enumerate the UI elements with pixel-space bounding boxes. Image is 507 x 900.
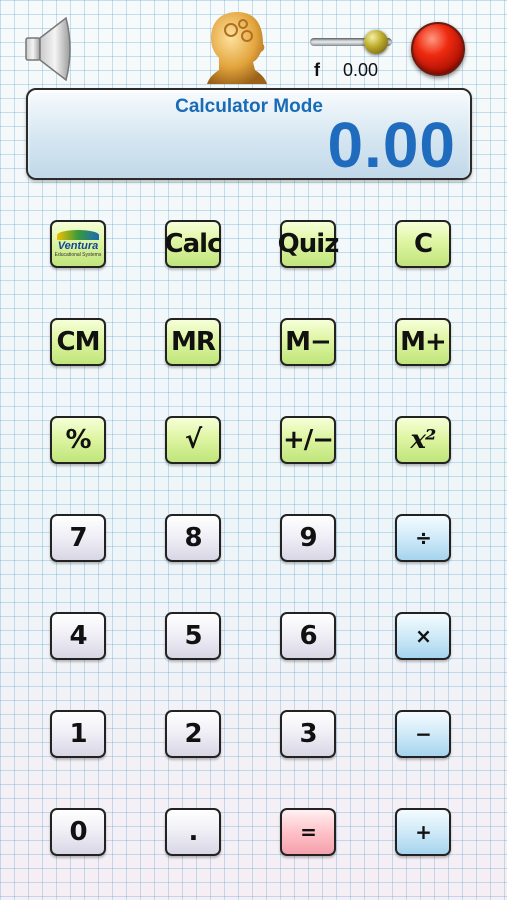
memory-clear-button[interactable]: CM (50, 318, 106, 366)
digit-4-button[interactable]: 4 (50, 612, 106, 660)
memory-minus-button[interactable]: M− (280, 318, 336, 366)
square-root-button[interactable]: √ (165, 416, 221, 464)
square-button[interactable]: x² (395, 416, 451, 464)
digit-8-button[interactable]: 8 (165, 514, 221, 562)
digit-1-button[interactable]: 1 (50, 710, 106, 758)
memory-plus-button[interactable]: M+ (395, 318, 451, 366)
subtract-button[interactable]: − (395, 710, 451, 758)
clear-button[interactable]: C (395, 220, 451, 268)
logo-text: Ventura (57, 240, 99, 252)
plus-minus-button[interactable]: +/− (280, 416, 336, 464)
equals-button[interactable]: = (280, 808, 336, 856)
percent-button[interactable]: % (50, 416, 106, 464)
digit-5-button[interactable]: 5 (165, 612, 221, 660)
add-button[interactable]: + (395, 808, 451, 856)
multiply-button[interactable]: × (395, 612, 451, 660)
memory-recall-button[interactable]: MR (165, 318, 221, 366)
calc-button[interactable]: Calc (165, 220, 222, 268)
logo-arc-icon (57, 230, 99, 240)
digit-7-button[interactable]: 7 (50, 514, 106, 562)
digit-6-button[interactable]: 6 (280, 612, 336, 660)
quiz-button[interactable]: Quiz (278, 220, 339, 268)
keypad: Ventura Educational Systems Calc Quiz C … (0, 0, 507, 900)
digit-9-button[interactable]: 9 (280, 514, 336, 562)
digit-2-button[interactable]: 2 (165, 710, 221, 758)
digit-3-button[interactable]: 3 (280, 710, 336, 758)
ventura-logo-button[interactable]: Ventura Educational Systems (50, 220, 106, 268)
decimal-point-button[interactable]: . (165, 808, 221, 856)
divide-button[interactable]: ÷ (395, 514, 451, 562)
digit-0-button[interactable]: 0 (50, 808, 106, 856)
logo-subtext: Educational Systems (54, 252, 102, 258)
